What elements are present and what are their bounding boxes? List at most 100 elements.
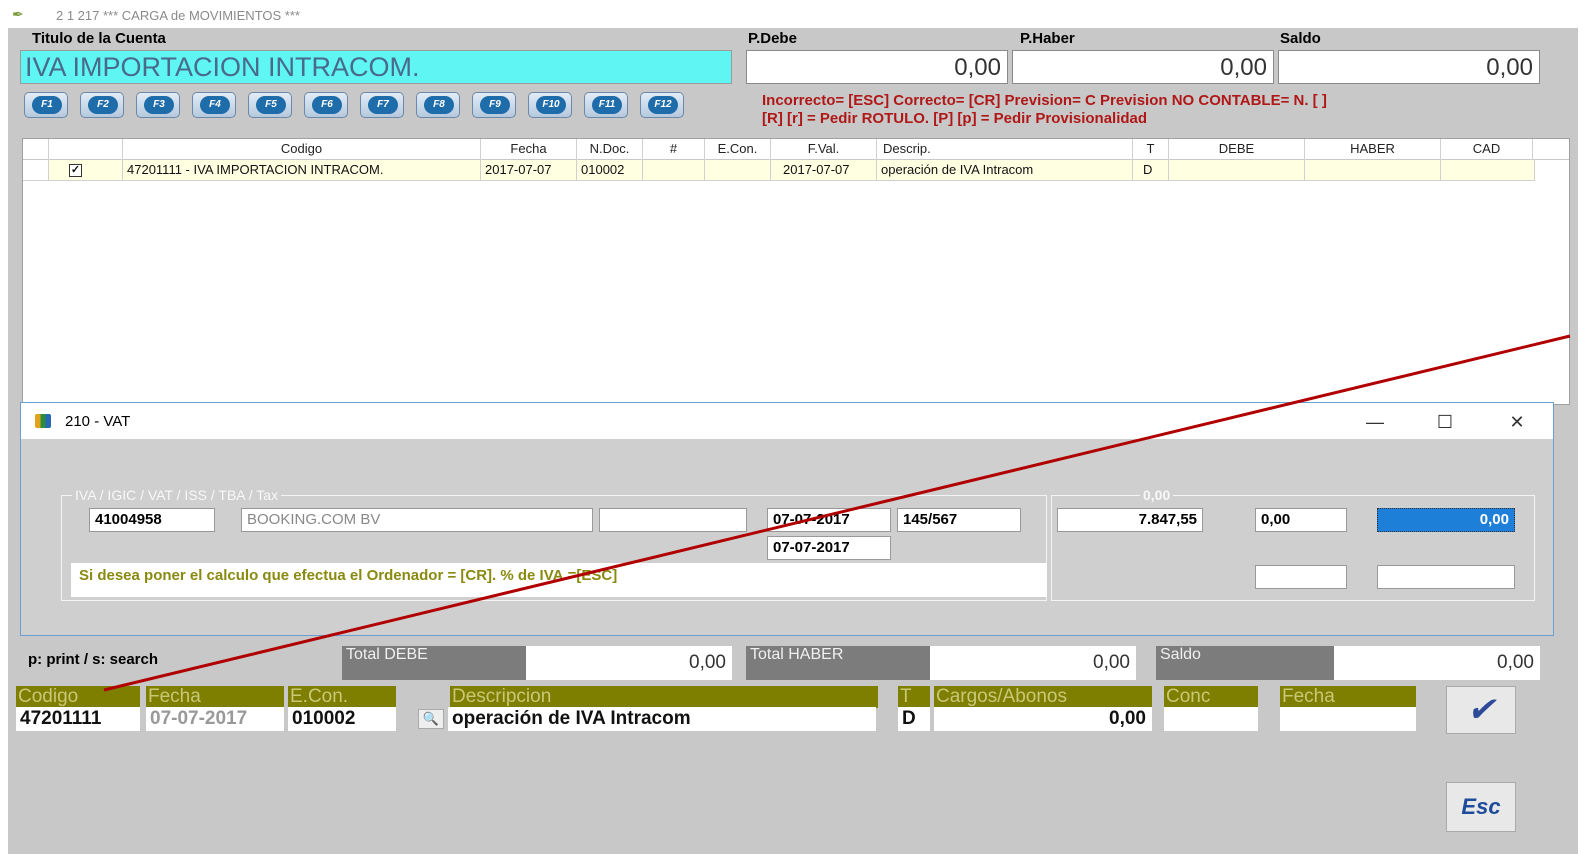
- account-field[interactable]: 41004958: [89, 508, 215, 532]
- key-help-line2: [R] [r] = Pedir ROTULO. [P] [p] = Pedir …: [762, 110, 1148, 127]
- key-hint: p: print / s: search: [28, 651, 159, 668]
- row-indicator: [23, 160, 49, 180]
- vat-amount-field[interactable]: 0,00: [1377, 508, 1515, 532]
- row-checkbox[interactable]: ✓: [69, 164, 82, 177]
- codigo-input[interactable]: 47201111: [16, 707, 140, 731]
- cell-cad[interactable]: [1441, 160, 1535, 180]
- table-row[interactable]: ✓ 47201111 - IVA IMPORTACION INTRACOM. 2…: [23, 160, 1535, 181]
- f1-button[interactable]: F1: [24, 92, 68, 118]
- col-descrip[interactable]: Descrip.: [877, 139, 1133, 160]
- f7-button[interactable]: F7: [360, 92, 404, 118]
- descripcion-label: Descripcion: [450, 686, 878, 708]
- cell-num[interactable]: [643, 160, 705, 180]
- t-label: T: [898, 686, 930, 708]
- cell-ndoc[interactable]: 010002: [577, 160, 643, 180]
- doc-field[interactable]: 145/567: [897, 508, 1021, 532]
- cargos-input[interactable]: 0,00: [934, 707, 1152, 731]
- cell-codigo[interactable]: 47201111 - IVA IMPORTACION INTRACOM.: [123, 160, 481, 180]
- total-haber-label: Total HABER: [746, 646, 930, 680]
- haber-label: P.Haber: [1020, 30, 1075, 47]
- tax-group-label: IVA / IGIC / VAT / ISS / TBA / Tax: [72, 487, 282, 503]
- col-num[interactable]: #: [643, 139, 705, 160]
- cell-descrip[interactable]: operación de IVA Intracom: [877, 160, 1133, 180]
- fecha-label: Fecha: [146, 686, 284, 708]
- aux-field-1[interactable]: [1255, 565, 1347, 589]
- f11-button[interactable]: F11: [584, 92, 628, 118]
- total-debe-value: 0,00: [526, 646, 732, 680]
- key-help-line1: Incorrecto= [ESC] Correcto= [CR] Previsi…: [762, 92, 1327, 109]
- name-field[interactable]: BOOKING.COM BV: [241, 508, 593, 532]
- f12-button[interactable]: F12: [640, 92, 684, 118]
- total-haber-value: 0,00: [930, 646, 1136, 680]
- col-codigo[interactable]: Codigo: [123, 139, 481, 160]
- grid-header-blank: [23, 139, 49, 160]
- descripcion-input[interactable]: operación de IVA Intracom: [448, 707, 876, 731]
- pen-icon: ✒: [12, 6, 24, 22]
- col-econ[interactable]: E.Con.: [705, 139, 771, 160]
- haber-total: 0,00: [1012, 50, 1274, 84]
- aux-field-2[interactable]: [1377, 565, 1515, 589]
- account-title: IVA IMPORTACION INTRACOM.: [20, 50, 732, 84]
- f2-button[interactable]: F2: [80, 92, 124, 118]
- dialog-title: 210 - VAT: [65, 413, 131, 430]
- row-check-cell: ✓: [49, 160, 123, 180]
- total-debe-label: Total DEBE: [342, 646, 526, 680]
- saldo-footer-label: Saldo: [1156, 646, 1334, 680]
- saldo-footer-value: 0,00: [1334, 646, 1540, 680]
- cell-fval[interactable]: 2017-07-07: [771, 160, 877, 180]
- dialog-titlebar: 210 - VAT — ☐ ✕: [21, 403, 1553, 439]
- vat-dialog: 210 - VAT — ☐ ✕ IVA / IGIC / VAT / ISS /…: [20, 402, 1554, 636]
- base-field[interactable]: 7.847,55: [1057, 508, 1203, 532]
- amount-group-label: 0,00: [1140, 487, 1174, 503]
- econ-input[interactable]: 010002: [288, 707, 396, 731]
- col-haber[interactable]: HABER: [1305, 139, 1441, 160]
- escape-button[interactable]: Esc: [1446, 782, 1516, 832]
- col-debe[interactable]: DEBE: [1169, 139, 1305, 160]
- account-title-label: Titulo de la Cuenta: [32, 30, 166, 47]
- saldo-total: 0,00: [1278, 50, 1540, 84]
- f8-button[interactable]: F8: [416, 92, 460, 118]
- key-help: Incorrecto= [ESC] Correcto= [CR] Previsi…: [762, 92, 1562, 128]
- fecha2-label: Fecha: [1280, 686, 1416, 708]
- dialog-message: Si desea poner el calculo que efectua el…: [71, 563, 1047, 597]
- cell-fecha[interactable]: 2017-07-07: [481, 160, 577, 180]
- saldo-label: Saldo: [1280, 30, 1321, 47]
- window-title: 2 1 217 *** CARGA de MOVIMIENTOS ***: [56, 8, 300, 23]
- fecha-input[interactable]: 07-07-2017: [146, 707, 284, 731]
- debe-label: P.Debe: [748, 30, 797, 47]
- fecha2-input[interactable]: [1280, 707, 1416, 731]
- search-icon[interactable]: 🔍: [418, 709, 444, 729]
- f9-button[interactable]: F9: [472, 92, 516, 118]
- date1-field[interactable]: 07-07-2017: [767, 508, 891, 532]
- f10-button[interactable]: F10: [528, 92, 572, 118]
- grid-header: Codigo Fecha N.Doc. # E.Con. F.Val. Desc…: [23, 139, 1569, 160]
- cargos-label: Cargos/Abonos: [934, 686, 1152, 708]
- f5-button[interactable]: F5: [248, 92, 292, 118]
- date2-field[interactable]: 07-07-2017: [767, 536, 891, 560]
- t-input[interactable]: D: [898, 707, 930, 731]
- col-fecha[interactable]: Fecha: [481, 139, 577, 160]
- window-titlebar: ✒ 2 1 217 *** CARGA de MOVIMIENTOS ***: [0, 0, 1586, 28]
- col-fval[interactable]: F.Val.: [771, 139, 877, 160]
- f6-button[interactable]: F6: [304, 92, 348, 118]
- f3-button[interactable]: F3: [136, 92, 180, 118]
- movements-grid: Codigo Fecha N.Doc. # E.Con. F.Val. Desc…: [22, 138, 1570, 405]
- close-icon[interactable]: ✕: [1495, 409, 1539, 435]
- cell-haber[interactable]: [1305, 160, 1441, 180]
- codigo-label: Codigo: [16, 686, 140, 708]
- cell-debe[interactable]: [1169, 160, 1305, 180]
- extra-field[interactable]: [599, 508, 747, 532]
- confirm-button[interactable]: ✔: [1446, 686, 1516, 734]
- minimize-icon[interactable]: —: [1353, 409, 1397, 435]
- col-ndoc[interactable]: N.Doc.: [577, 139, 643, 160]
- cell-t[interactable]: D: [1133, 160, 1169, 180]
- cell-econ[interactable]: [705, 160, 771, 180]
- grid-header-check: [49, 139, 123, 160]
- f4-button[interactable]: F4: [192, 92, 236, 118]
- percent-field[interactable]: 0,00: [1255, 508, 1347, 532]
- debe-total: 0,00: [746, 50, 1008, 84]
- maximize-icon[interactable]: ☐: [1423, 409, 1467, 435]
- col-cad[interactable]: CAD: [1441, 139, 1533, 160]
- conc-input[interactable]: [1164, 707, 1258, 731]
- col-t[interactable]: T: [1133, 139, 1169, 160]
